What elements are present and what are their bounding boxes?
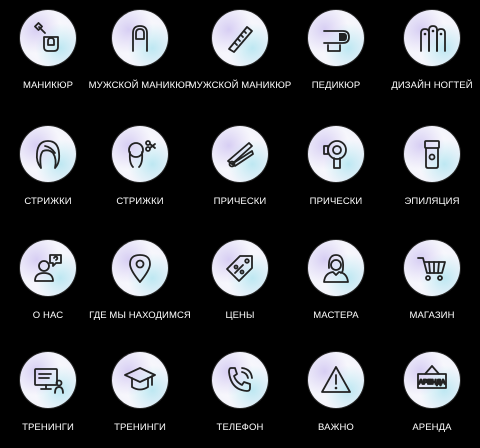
tile-label: СТРИЖКИ — [116, 196, 164, 207]
tile-nail-design[interactable]: ДИЗАЙН НОГТЕЙ — [384, 10, 480, 106]
tile-label: СТРИЖКИ — [24, 196, 72, 207]
tile-label: АРЕНДА — [412, 422, 452, 433]
icon-circle — [20, 240, 76, 296]
icon-circle — [212, 240, 268, 296]
tile-label: ПРИЧЕСКИ — [213, 196, 267, 207]
tile-prices[interactable]: ЦЕНЫ — [192, 240, 288, 336]
tile-masters[interactable]: МАСТЕРА — [288, 240, 384, 336]
tile-label: ГДЕ МЫ НАХОДИМСЯ — [89, 310, 191, 321]
tile-trainings-2[interactable]: ТРЕНИНГИ — [92, 352, 188, 448]
price-tag-icon — [226, 255, 253, 282]
tile-label: ДИЗАЙН НОГТЕЙ — [391, 80, 473, 91]
warning-icon — [321, 366, 351, 393]
icon-circle — [20, 352, 76, 408]
hair-icon — [35, 140, 61, 169]
woman-icon — [323, 254, 349, 283]
tile-label: МАГАЗИН — [409, 310, 455, 321]
tile-label: ТРЕНИНГИ — [114, 422, 166, 433]
tile-shop[interactable]: МАГАЗИН — [384, 240, 480, 336]
icon-circle — [308, 10, 364, 66]
tile-label: ВАЖНО — [318, 422, 354, 433]
tile-hairstyles-2[interactable]: ПРИЧЕСКИ — [288, 126, 384, 222]
icon-circle — [112, 10, 168, 66]
icon-circle — [308, 126, 364, 182]
haircut-scissors-icon — [128, 140, 156, 168]
tile-trainings[interactable]: ТРЕНИНГИ — [0, 352, 96, 448]
icon-circle — [212, 126, 268, 182]
tile-epilation[interactable]: ЭПИЛЯЦИЯ — [384, 126, 480, 222]
tile-mens-manicure[interactable]: МУЖСКОЙ МАНИКЮР — [89, 10, 191, 106]
shopping-cart-icon — [417, 257, 446, 281]
tile-hairstyles[interactable]: ПРИЧЕСКИ — [192, 126, 288, 222]
hair-straightener-icon — [227, 142, 254, 168]
tile-haircuts[interactable]: СТРИЖКИ — [0, 126, 96, 222]
tile-mens-manicure-2[interactable]: МУЖСКОЙ МАНИКЮР — [189, 10, 291, 106]
training-screen-icon — [34, 368, 64, 394]
icon-circle — [112, 352, 168, 408]
icon-circle — [20, 10, 76, 66]
icon-circle — [308, 352, 364, 408]
tile-label: ЭПИЛЯЦИЯ — [404, 196, 460, 207]
icon-circle — [404, 240, 460, 296]
icon-circle — [212, 352, 268, 408]
tile-label: ТРЕНИНГИ — [22, 422, 74, 433]
hair-dryer-icon — [323, 140, 347, 169]
tile-location[interactable]: ГДЕ МЫ НАХОДИМСЯ — [89, 240, 191, 336]
tile-label: ПРИЧЕСКИ — [309, 196, 363, 207]
tile-rent[interactable]: АРЕНДА АРЕНДА — [384, 352, 480, 448]
tile-about[interactable]: О НАС — [0, 240, 96, 336]
tile-phone[interactable]: ТЕЛЕФОН — [192, 352, 288, 448]
icon-circle — [112, 126, 168, 182]
tile-manicure[interactable]: МАНИКЮР — [0, 10, 96, 106]
tile-haircuts-2[interactable]: СТРИЖКИ — [92, 126, 188, 222]
icon-circle — [308, 240, 364, 296]
map-pin-icon — [129, 254, 151, 283]
tile-pedicure[interactable]: ПЕДИКЮР — [288, 10, 384, 106]
phone-icon — [228, 367, 253, 392]
icon-circle: АРЕНДА — [404, 352, 460, 408]
icon-circle — [20, 126, 76, 182]
tile-label: ПЕДИКЮР — [311, 80, 361, 91]
tile-label: МУЖСКОЙ МАНИКЮР — [88, 80, 192, 91]
graduation-cap-icon — [124, 367, 156, 391]
icon-circle — [112, 240, 168, 296]
icon-circle — [212, 10, 268, 66]
tile-label: МАНИКЮР — [22, 80, 74, 91]
rent-sign-text: АРЕНДА — [419, 379, 446, 386]
person-question-icon — [34, 254, 62, 282]
nail-icon — [132, 25, 148, 52]
menu-grid: МАНИКЮР МУЖСКОЙ МАНИКЮР МУЖСКОЙ МАНИКЮР — [0, 0, 480, 433]
icon-circle — [404, 126, 460, 182]
nail-design-icon — [420, 25, 446, 52]
tile-important[interactable]: ВАЖНО — [288, 352, 384, 448]
nail-polish-hand-icon — [34, 22, 59, 52]
tile-label: МАСТЕРА — [313, 310, 359, 321]
tile-label: О НАС — [32, 310, 64, 321]
tile-label: ТЕЛЕФОН — [216, 422, 264, 433]
nail-file-icon — [228, 26, 253, 53]
rent-sign-icon: АРЕНДА — [417, 365, 447, 389]
icon-circle — [404, 10, 460, 66]
epilator-icon — [424, 140, 440, 169]
tile-label: ЦЕНЫ — [225, 310, 255, 321]
toe-icon — [323, 30, 350, 52]
tile-label: МУЖСКОЙ МАНИКЮР — [188, 80, 292, 91]
